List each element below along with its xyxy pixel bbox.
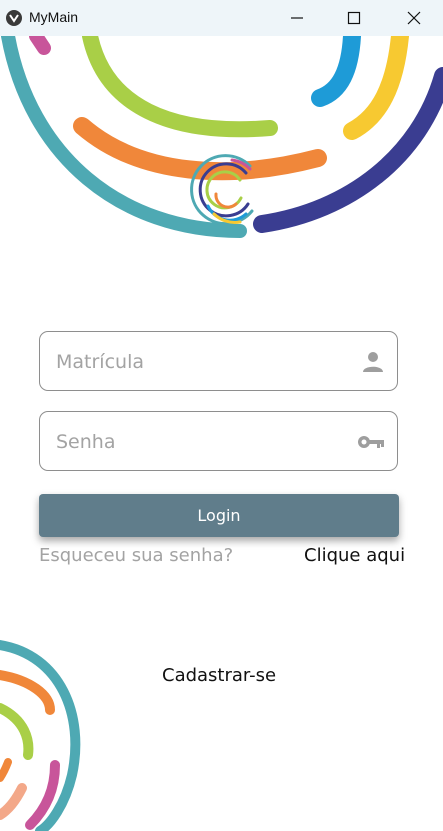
minimize-button[interactable]: [274, 0, 320, 36]
login-button[interactable]: Login: [39, 494, 399, 537]
maximize-icon: [347, 11, 361, 25]
username-field[interactable]: [39, 331, 398, 391]
password-input[interactable]: [54, 412, 348, 471]
register-link[interactable]: Cadastrar-se: [162, 665, 276, 686]
window-title: MyMain: [29, 9, 79, 25]
window-titlebar: MyMain: [0, 0, 443, 36]
username-input[interactable]: [54, 332, 348, 391]
click-here-link[interactable]: Clique aqui: [304, 545, 405, 566]
password-field[interactable]: [39, 411, 398, 471]
close-icon: [407, 11, 421, 25]
key-icon: [358, 436, 384, 448]
user-icon: [363, 352, 383, 372]
footer-decoration: [0, 640, 81, 831]
minimize-icon: [291, 17, 303, 19]
forgot-password-label: Esqueceu sua senha?: [39, 545, 234, 566]
maximize-button[interactable]: [331, 0, 377, 36]
app-logo-icon: [6, 10, 22, 26]
header-decoration: [1, 36, 443, 238]
close-button[interactable]: [391, 0, 437, 36]
